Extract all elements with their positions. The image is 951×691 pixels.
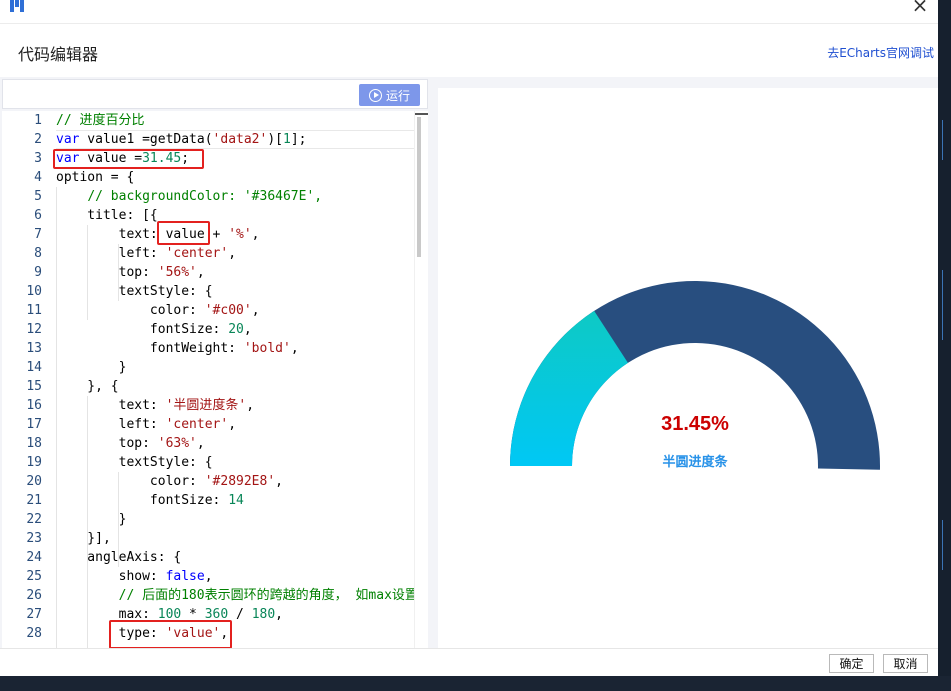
close-icon[interactable]: × xyxy=(910,0,930,16)
line-number: 14 xyxy=(26,360,42,375)
line-number: 27 xyxy=(26,607,42,622)
line-number: 18 xyxy=(26,436,42,451)
code-line[interactable]: textStyle: { xyxy=(56,453,213,472)
code-editor[interactable]: 1 2 3 4 5 6 7 8 9 10 11 12 13 14 15 16 17 18 19 20 21 22 23 24 2… xyxy=(2,111,428,648)
code-line[interactable]: option = { xyxy=(56,168,134,187)
line-number: 13 xyxy=(26,341,42,356)
line-number: 20 xyxy=(26,474,42,489)
echarts-debug-link[interactable]: 去ECharts官网调试 xyxy=(827,44,934,61)
code-line[interactable]: text: '半圆进度条', xyxy=(56,396,254,415)
cancel-button[interactable]: 取消 xyxy=(883,654,928,673)
code-line[interactable]: top: '56%', xyxy=(56,263,205,282)
line-number: 12 xyxy=(26,322,42,337)
line-number-gutter: 1 2 3 4 5 6 7 8 9 10 11 12 13 14 15 16 17 18 19 20 21 22 23 24 2… xyxy=(2,111,54,648)
code-line[interactable]: show: false, xyxy=(56,567,213,586)
line-number: 23 xyxy=(26,531,42,546)
line-number: 26 xyxy=(26,588,42,603)
code-line[interactable]: // 进度百分比 xyxy=(56,111,144,130)
code-line[interactable]: title: [{ xyxy=(56,206,157,225)
highlight-box-text-value xyxy=(157,221,210,245)
code-line[interactable]: angleAxis: { xyxy=(56,548,181,567)
code-line[interactable]: fontSize: 14 xyxy=(56,491,244,510)
scrollbar-thumb[interactable] xyxy=(417,117,421,257)
code-line[interactable]: top: '63%', xyxy=(56,434,205,453)
line-number: 4 xyxy=(34,170,42,185)
run-button[interactable]: 运行 xyxy=(359,84,420,106)
code-line[interactable]: var value1 =getData('data2')[1]; xyxy=(56,130,306,149)
play-icon xyxy=(368,88,382,102)
line-number: 24 xyxy=(26,550,42,565)
ok-button[interactable]: 确定 xyxy=(829,654,874,673)
line-number: 3 xyxy=(34,151,42,166)
code-area[interactable]: // 进度百分比 var value1 =getData('data2')[1];… xyxy=(56,111,428,648)
desktop-background-bottom xyxy=(0,676,951,691)
line-number: 8 xyxy=(34,246,42,261)
dialog-footer: 确定 取消 xyxy=(0,648,938,676)
highlight-box-var-value xyxy=(53,149,204,169)
line-number: 25 xyxy=(26,569,42,584)
chart-preview-panel: 31.45% 半圆进度条 xyxy=(438,88,938,648)
highlight-box-type-value xyxy=(109,620,232,648)
line-number: 16 xyxy=(26,398,42,413)
progress-value-label: 31.45% xyxy=(661,413,729,435)
code-line[interactable]: color: '#2892E8', xyxy=(56,472,283,491)
code-line[interactable]: // backgroundColor: '#36467E', xyxy=(56,187,322,206)
progress-subtitle: 半圆进度条 xyxy=(662,454,728,470)
editor-toolbar: 运行 xyxy=(2,79,428,109)
desktop-background-right xyxy=(938,0,951,691)
semicircle-progress-chart: 31.45% 半圆进度条 xyxy=(510,280,880,470)
editor-vertical-scrollbar[interactable] xyxy=(414,111,428,648)
code-editor-dialog: × 代码编辑器 去ECharts官网调试 运行 1 2 3 4 5 6 7 8 9 10 11 12 1… xyxy=(0,0,938,676)
line-number: 15 xyxy=(26,379,42,394)
code-line[interactable]: textStyle: { xyxy=(56,282,213,301)
line-number: 7 xyxy=(34,227,42,242)
line-number: 28 xyxy=(26,626,42,641)
line-number: 2 xyxy=(34,132,42,147)
code-line[interactable]: } xyxy=(56,358,127,377)
line-number: 5 xyxy=(34,189,42,204)
code-line[interactable]: // 后面的180表示圆环的跨越的角度， 如max设置 xyxy=(56,586,418,605)
line-number: 11 xyxy=(26,303,42,318)
code-line[interactable]: fontWeight: 'bold', xyxy=(56,339,299,358)
line-number: 22 xyxy=(26,512,42,527)
code-line[interactable]: }], xyxy=(56,529,111,548)
line-number: 1 xyxy=(34,113,42,128)
line-number: 10 xyxy=(26,284,42,299)
dialog-title: 代码编辑器 xyxy=(18,45,99,64)
line-number: 19 xyxy=(26,455,42,470)
code-line[interactable]: } xyxy=(56,510,127,529)
line-number: 6 xyxy=(34,208,42,223)
code-line[interactable]: left: 'center', xyxy=(56,415,236,434)
code-line[interactable]: }, { xyxy=(56,377,118,396)
window-titlebar: × xyxy=(0,0,938,24)
line-number: 21 xyxy=(26,493,42,508)
run-button-label: 运行 xyxy=(385,88,410,103)
line-number: 9 xyxy=(34,265,42,280)
code-line[interactable]: left: 'center', xyxy=(56,244,236,263)
line-number: 17 xyxy=(26,417,42,432)
code-line[interactable]: color: '#c00', xyxy=(56,301,260,320)
code-line[interactable]: fontSize: 20, xyxy=(56,320,252,339)
app-logo-icon xyxy=(10,0,24,12)
